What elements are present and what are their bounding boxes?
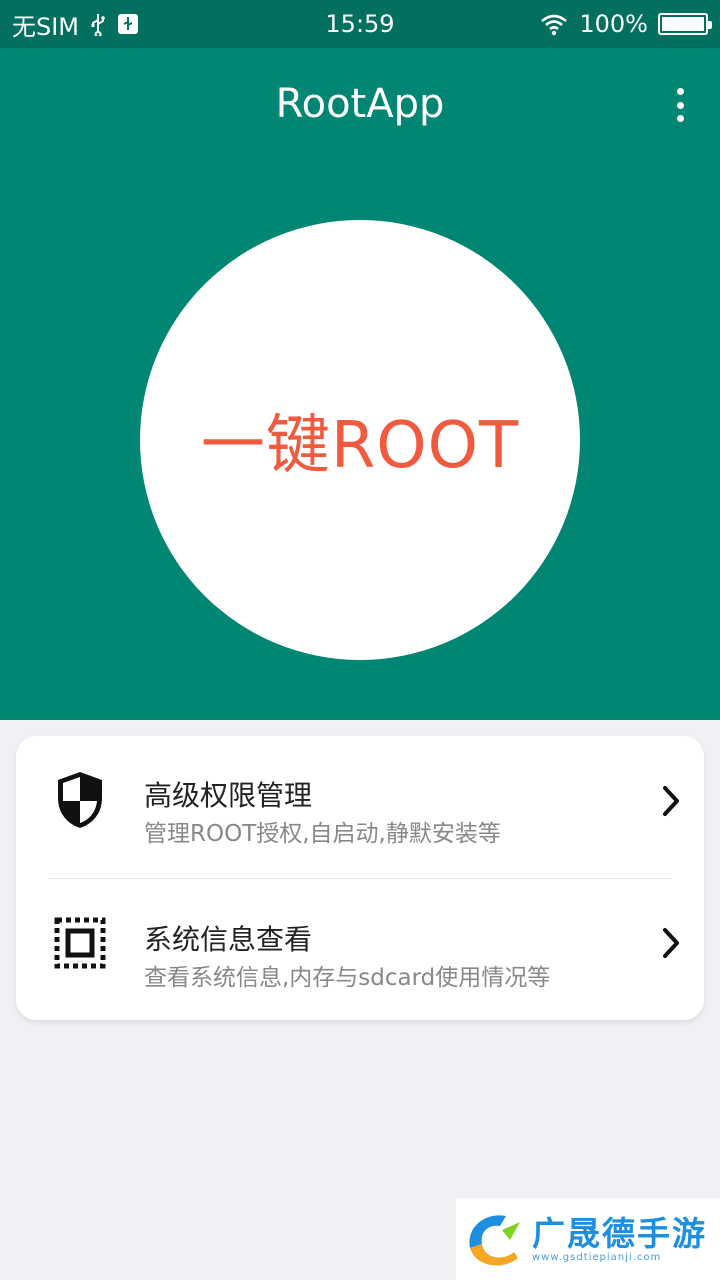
status-right: 100% [539, 10, 712, 38]
battery-icon [658, 13, 712, 35]
battery-percent: 100% [579, 10, 648, 38]
root-button-label: 一键ROOT [200, 409, 520, 483]
carrier-label: 无SIM [12, 12, 80, 41]
list-item-subtitle: 管理ROOT授权,自启动,静默安装等 [144, 821, 501, 847]
watermark-url: www.gsdtiepianji.com [532, 1251, 662, 1263]
hero-panel: 一键ROOT [0, 160, 720, 720]
feature-card: 高级权限管理 管理ROOT授权,自启动,静默安装等 系统信息查看 查看系统信息,… [16, 736, 704, 1020]
list-item-advanced-permissions[interactable]: 高级权限管理 管理ROOT授权,自启动,静默安装等 [16, 736, 704, 878]
chevron-right-icon [663, 786, 679, 816]
usb-debug-icon [118, 14, 139, 34]
shield-icon [58, 772, 102, 828]
status-left: 无SIM [12, 7, 139, 42]
list-item-title: 高级权限管理 [144, 779, 313, 812]
app-bar: RootApp [0, 48, 720, 160]
watermark-text: 广晟德手游 [532, 1213, 707, 1253]
watermark: 广晟德手游 www.gsdtiepianji.com [456, 1198, 720, 1280]
watermark-logo-icon [469, 1215, 520, 1266]
list-item-system-info[interactable]: 系统信息查看 查看系统信息,内存与sdcard使用情况等 [16, 878, 704, 1020]
chip-icon [54, 917, 106, 969]
chevron-right-icon [663, 928, 679, 958]
wifi-icon [541, 14, 568, 36]
status-bar: 无SIM 15:59 100% [0, 0, 720, 48]
menu-dot [676, 88, 684, 95]
list-item-title: 系统信息查看 [144, 923, 313, 956]
menu-dot [676, 101, 684, 109]
more-vert-icon[interactable] [674, 88, 686, 122]
battery-fill [662, 17, 704, 31]
list-item-subtitle: 查看系统信息,内存与sdcard使用情况等 [144, 965, 551, 991]
watermark-text-group: 广晟德手游 www.gsdtiepianji.com [532, 1213, 707, 1263]
usb-icon [91, 14, 105, 36]
menu-dot [676, 115, 684, 122]
one-click-root-button[interactable]: 一键ROOT [140, 220, 580, 660]
app-title: RootApp [275, 81, 445, 127]
